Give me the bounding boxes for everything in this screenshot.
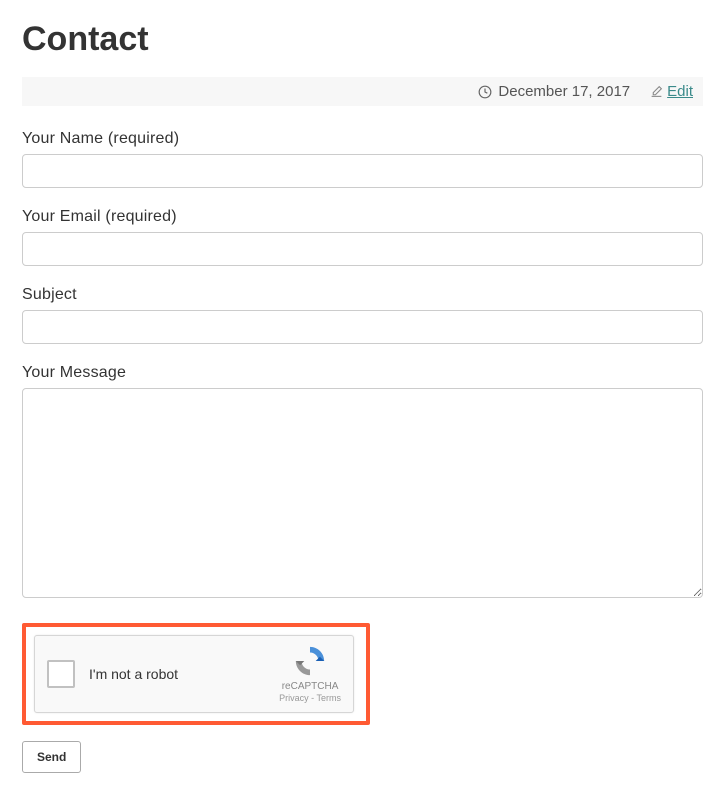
recaptcha-terms-link[interactable]: Terms: [317, 693, 342, 703]
clock-icon: [478, 85, 492, 99]
page-title: Contact: [22, 20, 703, 59]
recaptcha-widget[interactable]: I'm not a robot reCAPTCHA Privacy - Term…: [34, 635, 354, 713]
subject-label: Subject: [22, 286, 703, 304]
subject-input[interactable]: [22, 310, 703, 344]
email-label: Your Email (required): [22, 208, 703, 226]
message-field-group: Your Message: [22, 364, 703, 603]
message-textarea[interactable]: [22, 388, 703, 598]
message-label: Your Message: [22, 364, 703, 382]
recaptcha-checkbox[interactable]: [47, 660, 75, 688]
edit-icon: [650, 85, 663, 98]
email-field-group: Your Email (required): [22, 208, 703, 266]
name-field-group: Your Name (required): [22, 130, 703, 188]
send-button[interactable]: Send: [22, 741, 81, 773]
post-date: December 17, 2017: [498, 83, 630, 100]
name-label: Your Name (required): [22, 130, 703, 148]
name-input[interactable]: [22, 154, 703, 188]
recaptcha-label: I'm not a robot: [89, 666, 279, 682]
recaptcha-privacy-link[interactable]: Privacy: [279, 693, 309, 703]
recaptcha-logo-area: reCAPTCHA Privacy - Terms: [279, 644, 341, 705]
recaptcha-brand: reCAPTCHA: [279, 680, 341, 693]
recaptcha-icon: [293, 644, 327, 678]
meta-bar: December 17, 2017 Edit: [22, 77, 703, 106]
subject-field-group: Subject: [22, 286, 703, 344]
email-input[interactable]: [22, 232, 703, 266]
captcha-highlight-box: I'm not a robot reCAPTCHA Privacy - Term…: [22, 623, 370, 725]
edit-link[interactable]: Edit: [667, 83, 693, 100]
recaptcha-links: Privacy - Terms: [279, 693, 341, 705]
